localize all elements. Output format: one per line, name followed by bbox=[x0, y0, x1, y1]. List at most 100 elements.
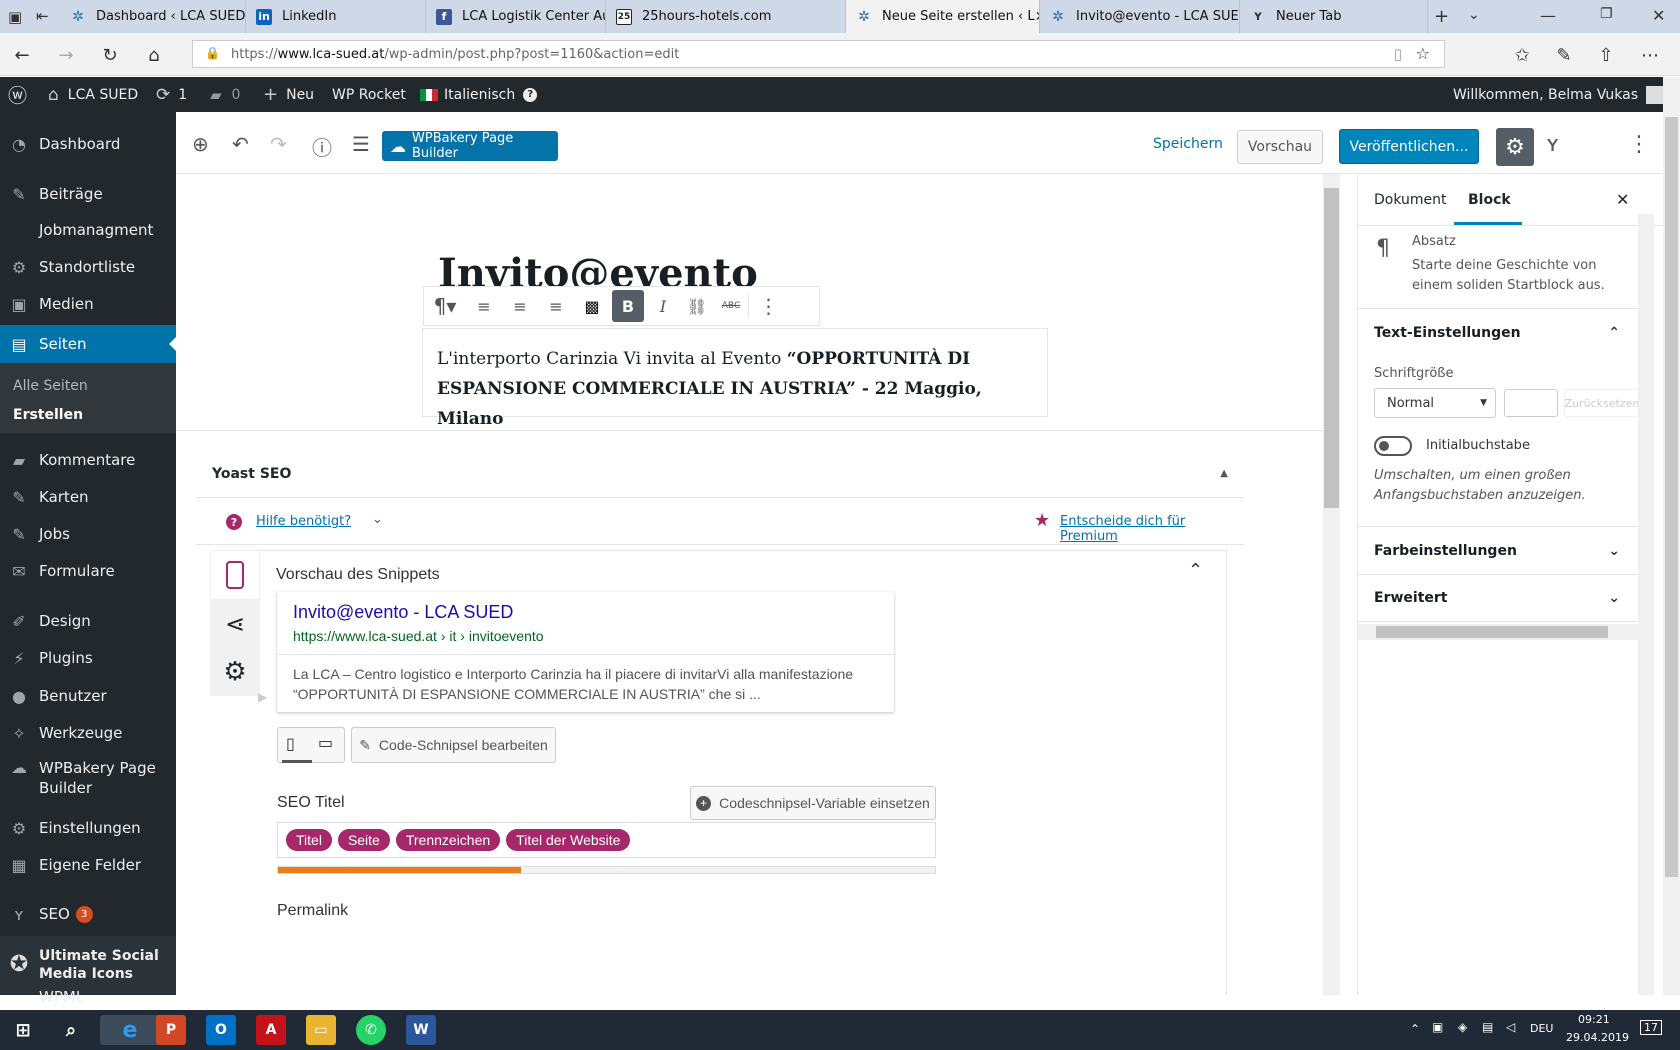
sidebar-item-medien[interactable]: ▣ Medien bbox=[0, 286, 176, 322]
close-window-icon[interactable]: ✕ bbox=[1652, 6, 1665, 25]
advanced-toggle[interactable]: Erweitert ⌄ bbox=[1358, 574, 1638, 622]
window-scrollbar[interactable] bbox=[1663, 77, 1680, 995]
tab-block[interactable]: Block bbox=[1468, 192, 1511, 208]
align-right-icon[interactable]: ≡ bbox=[538, 297, 574, 316]
font-size-select[interactable]: Normal ▼ bbox=[1374, 388, 1496, 418]
favorite-star-icon[interactable]: ☆ bbox=[1416, 44, 1430, 63]
new-content-link[interactable]: + Neu bbox=[263, 77, 314, 112]
tray-chevron-icon[interactable]: ⌃ bbox=[1410, 1022, 1420, 1036]
wpbakery-button[interactable]: ☁ WPBakery Page Builder bbox=[382, 131, 558, 161]
link-icon[interactable]: ⛓ bbox=[680, 297, 714, 316]
sidebar-item-ultimate-social[interactable]: ✪ Ultimate Social Media Icons bbox=[0, 936, 176, 994]
tab-lca-facebook[interactable]: fLCA Logistik Center Austria bbox=[426, 0, 606, 33]
help-link[interactable]: Hilfe benötigt? bbox=[256, 514, 351, 529]
tab-neue-seite[interactable]: ✲Neue Seite erstellen ‹ L✕ bbox=[846, 0, 1040, 33]
pill-seite[interactable]: Seite bbox=[337, 829, 390, 851]
edit-snippet-button[interactable]: ✎ Code-Schnipsel bearbeiten bbox=[351, 727, 556, 763]
url-input[interactable]: 🔒 https://www.lca-sued.at/wp-admin/post.… bbox=[192, 40, 1445, 68]
tab-dashboard[interactable]: ✲Dashboard ‹ LCA SUED — ' bbox=[60, 0, 246, 33]
sidebar-item-seo[interactable]: ʏ SEO 3 bbox=[0, 896, 176, 932]
language-indicator[interactable]: DEU bbox=[1530, 1022, 1553, 1035]
home-icon[interactable]: ⌂ bbox=[140, 41, 168, 69]
sidebar-item-werkzeuge[interactable]: ✧ Werkzeuge bbox=[0, 715, 176, 751]
paragraph-block[interactable]: L'interporto Carinzia Vi invita al Event… bbox=[422, 328, 1048, 429]
pill-trennzeichen[interactable]: Trennzeichen bbox=[395, 829, 501, 851]
seo-tab[interactable] bbox=[210, 550, 260, 600]
desktop-icon[interactable]: ▭ bbox=[318, 733, 333, 752]
minimize-icon[interactable]: — bbox=[1540, 6, 1556, 25]
windows-start-icon[interactable]: ⊞ bbox=[8, 1015, 38, 1045]
help-icon[interactable]: ? bbox=[523, 87, 538, 102]
italic-icon[interactable]: I bbox=[646, 297, 680, 316]
sidebar-item-karten[interactable]: ✎ Karten bbox=[0, 479, 176, 515]
scrollbar-thumb[interactable] bbox=[1324, 188, 1339, 508]
preview-button[interactable]: Vorschau bbox=[1237, 130, 1323, 164]
edge-icon[interactable]: e bbox=[100, 1015, 160, 1045]
sidebar-item-jobs[interactable]: ✎ Jobs bbox=[0, 516, 176, 552]
snippet-preview[interactable]: Invito@evento - LCA SUED https://www.lca… bbox=[277, 592, 894, 712]
more-icon[interactable]: ⋯ bbox=[1636, 41, 1664, 69]
sidebar-item-benutzer[interactable]: ● Benutzer bbox=[0, 678, 176, 714]
sidebar-item-formulare[interactable]: ✉ Formulare bbox=[0, 553, 176, 589]
more-menu-icon[interactable]: ⋮ bbox=[1628, 132, 1650, 157]
tab-actions-icon[interactable]: ▣ bbox=[8, 8, 22, 26]
sidebar-item-dashboard[interactable]: ◔ Dashboard bbox=[0, 126, 176, 162]
language-switcher[interactable]: Italienisch ? bbox=[420, 77, 538, 112]
insert-variable-button[interactable]: + Codeschnipsel-Variable einsetzen bbox=[690, 786, 936, 820]
close-panel-icon[interactable]: ✕ bbox=[1616, 190, 1629, 209]
new-tab-icon[interactable]: + bbox=[1434, 6, 1449, 27]
whatsapp-icon[interactable]: ✆ bbox=[356, 1015, 386, 1045]
dropcap-toggle[interactable] bbox=[1374, 436, 1412, 456]
reading-view-icon[interactable]: ▯ bbox=[1394, 45, 1402, 63]
refresh-icon[interactable]: ↻ bbox=[96, 41, 124, 69]
paragraph-icon[interactable]: ¶▾ bbox=[424, 294, 466, 318]
redo-icon[interactable]: ↷ bbox=[270, 132, 287, 156]
outlook-icon[interactable]: O bbox=[206, 1015, 236, 1045]
sidebar-item-eigene-felder[interactable]: ▦ Eigene Felder bbox=[0, 847, 176, 883]
comments-link[interactable]: ▰ 0 bbox=[210, 77, 240, 112]
sidebar-item-design[interactable]: ✐ Design bbox=[0, 603, 176, 639]
submenu-create[interactable]: Erstellen bbox=[13, 407, 83, 423]
sidebar-item-einstellungen[interactable]: ⚙ Einstellungen bbox=[0, 810, 176, 846]
outline-icon[interactable]: ☰ bbox=[352, 132, 370, 156]
canvas-scrollbar[interactable] bbox=[1323, 174, 1340, 995]
notification-icon[interactable]: 17 bbox=[1640, 1020, 1662, 1035]
align-left-icon[interactable]: ≡ bbox=[466, 297, 502, 316]
custom-size-input[interactable] bbox=[1504, 389, 1558, 417]
sidebar-item-plugins[interactable]: ⚡ Plugins bbox=[0, 640, 176, 676]
tray-volume-icon[interactable]: ◁ bbox=[1506, 1020, 1515, 1034]
seo-title-field[interactable]: Titel Seite Trennzeichen Titel der Websi… bbox=[277, 822, 936, 858]
sidebar-item-wpml[interactable]: WPML bbox=[0, 988, 176, 1002]
pen-icon[interactable]: ✎ bbox=[1550, 41, 1578, 69]
align-center-icon[interactable]: ≡ bbox=[502, 297, 538, 316]
wordpress-logo-icon[interactable]: ⓦ bbox=[8, 77, 27, 112]
yoast-header[interactable]: Yoast SEO ▲ bbox=[196, 450, 1244, 498]
tabs-aside-icon[interactable]: ⇤ bbox=[36, 7, 49, 25]
sidebar-item-kommentare[interactable]: ▰ Kommentare bbox=[0, 442, 176, 478]
info-icon[interactable]: ⓘ bbox=[312, 132, 332, 161]
tray-network-icon[interactable]: ▤ bbox=[1482, 1020, 1493, 1034]
sidebar-item-standortliste[interactable]: ⚙ Standortliste bbox=[0, 249, 176, 285]
strikethrough-icon[interactable]: ABC bbox=[714, 301, 748, 311]
forward-icon[interactable]: → bbox=[52, 41, 80, 69]
tab-invito[interactable]: ✲ Invito@evento - LCA SUED bbox=[1040, 0, 1240, 33]
advanced-tab[interactable]: ⚙ bbox=[210, 648, 260, 696]
bold-icon[interactable]: B bbox=[612, 290, 644, 322]
clock-date[interactable]: 29.04.2019 bbox=[1566, 1031, 1629, 1044]
panel-hscrollbar[interactable] bbox=[1358, 624, 1638, 640]
settings-toggle-icon[interactable]: ⚙ bbox=[1496, 128, 1534, 166]
chevron-up-icon[interactable]: ⌃ bbox=[1188, 560, 1203, 581]
reset-button[interactable]: Zurücksetzen bbox=[1564, 389, 1640, 417]
account-menu[interactable]: Willkommen, Belma Vukas bbox=[1453, 77, 1664, 112]
undo-icon[interactable]: ↶ bbox=[232, 132, 249, 156]
pill-titel[interactable]: Titel bbox=[286, 829, 332, 851]
tray-sync-icon[interactable]: ◈ bbox=[1458, 1020, 1467, 1034]
restore-icon[interactable]: ❐ bbox=[1600, 6, 1613, 22]
powerpoint-icon[interactable]: P bbox=[156, 1015, 186, 1045]
word-icon[interactable]: W bbox=[406, 1015, 436, 1045]
mobile-icon[interactable]: ▯ bbox=[286, 734, 295, 753]
chevron-down-icon[interactable]: ⌄ bbox=[1468, 7, 1480, 23]
more-options-icon[interactable]: ⋮ bbox=[748, 294, 788, 318]
calendar-icon[interactable]: ▩ bbox=[574, 297, 610, 316]
tab-document[interactable]: Dokument bbox=[1374, 192, 1447, 208]
